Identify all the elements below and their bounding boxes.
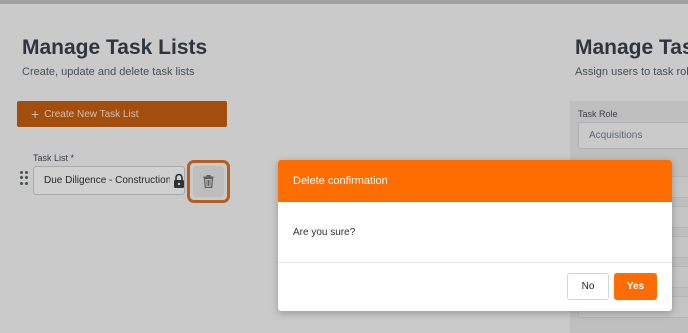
dialog-header: Delete confirmation bbox=[278, 160, 672, 202]
delete-confirmation-dialog: Delete confirmation Are you sure? No Yes bbox=[278, 160, 672, 311]
yes-button[interactable]: Yes bbox=[614, 273, 657, 300]
no-button[interactable]: No bbox=[567, 273, 609, 300]
dialog-body: Are you sure? bbox=[278, 202, 672, 263]
dialog-footer: No Yes bbox=[278, 263, 672, 311]
dialog-message: Are you sure? bbox=[293, 226, 356, 238]
dialog-title: Delete confirmation bbox=[293, 175, 388, 187]
